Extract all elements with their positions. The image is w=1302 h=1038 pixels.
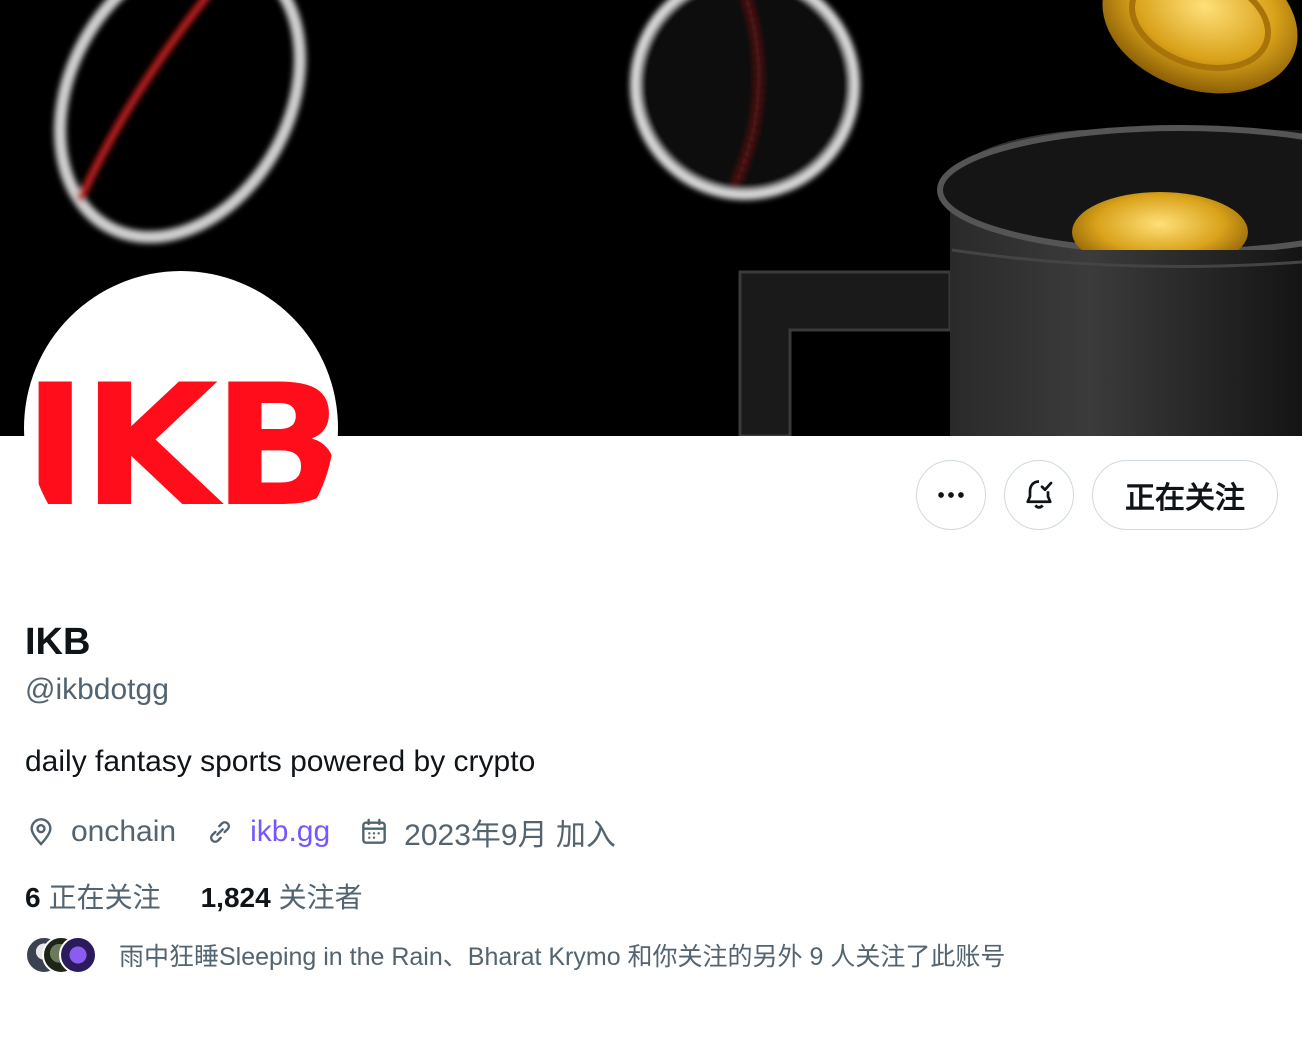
trophy-cup xyxy=(738,125,1302,436)
more-button[interactable] xyxy=(916,460,986,530)
link-icon xyxy=(210,821,231,843)
website-item: ikb.gg xyxy=(204,815,330,849)
following-label: 正在关注 xyxy=(48,882,161,913)
calendar-icon xyxy=(362,818,387,844)
following-stat[interactable]: 6 正在关注 xyxy=(25,876,161,916)
avatar xyxy=(59,936,97,974)
follow-stats: 6 正在关注 1,824 关注者 xyxy=(25,876,403,916)
followers-count: 1,824 xyxy=(200,882,271,913)
followers-stat[interactable]: 1,824 关注者 xyxy=(201,876,363,916)
followers-you-know[interactable]: 雨中狂睡Sleeping in the Rain、Bharat Krymo 和你… xyxy=(25,936,1005,974)
coin-top xyxy=(1102,0,1298,94)
ikb-logo: IKB xyxy=(28,348,334,544)
profile-avatar[interactable]: IKB xyxy=(24,271,338,585)
profile-bio: daily fantasy sports powered by crypto xyxy=(25,745,536,778)
baseball-shape xyxy=(630,0,860,200)
joined-item: 2023年9月 加入 xyxy=(358,810,616,854)
avatar-image: IKB xyxy=(28,275,334,581)
following-button[interactable]: 正在关注 xyxy=(1092,460,1278,530)
followers-label: 关注者 xyxy=(278,882,363,913)
followed-by-text: 雨中狂睡Sleeping in the Rain、Bharat Krymo 和你… xyxy=(119,943,1006,971)
bell-check-icon xyxy=(1026,480,1053,509)
more-horizontal-icon xyxy=(938,492,964,498)
profile-actions: 正在关注 xyxy=(916,460,1278,530)
location-text: onchain xyxy=(71,815,177,848)
profile-meta: onchain ikb.gg 2023年9月 加入 xyxy=(25,810,644,854)
user-handle: @ikbdotgg xyxy=(25,673,169,706)
following-count: 6 xyxy=(25,882,41,913)
football-shape xyxy=(54,0,306,244)
mutual-avatars xyxy=(25,936,97,974)
location-pin-icon xyxy=(30,818,52,846)
notifications-button[interactable] xyxy=(1004,460,1074,530)
location-item: onchain xyxy=(25,815,176,849)
website-link[interactable]: ikb.gg xyxy=(250,815,330,849)
display-name: IKB xyxy=(25,621,91,663)
joined-date: 2023年9月 加入 xyxy=(404,819,616,852)
